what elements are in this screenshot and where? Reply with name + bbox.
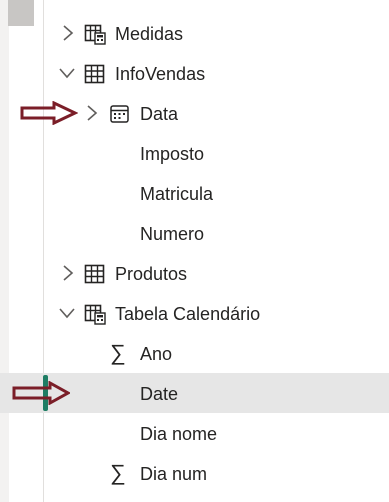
tree-item-tabela-calendario[interactable]: Tabela Calendário [0,293,389,333]
table-icon [84,263,106,285]
tree-item-date[interactable]: Date [0,373,389,413]
tree-item-label: Data [140,104,179,124]
tree-item-dia-num[interactable]: ∑ Dia num [0,453,389,493]
measure-table-icon [84,23,106,45]
tree-item-label: Tabela Calendário [115,304,261,324]
tree-item-label: Date [140,384,179,404]
tree-item-label: Numero [140,224,205,244]
tree-item-data[interactable]: Data [0,93,389,133]
tree-item-label: Matricula [140,184,214,204]
chevron-down-icon[interactable] [59,64,75,82]
sigma-icon: ∑ [110,460,126,485]
annotation-arrow-icon [12,381,70,405]
tree-item-dia-nome[interactable]: Dia nome [0,413,389,453]
chevron-down-icon[interactable] [59,304,75,322]
annotation-arrow-icon [20,101,78,125]
fields-tree: Medidas InfoVendas Data Imposto Matricul… [0,13,389,493]
tree-item-label: Imposto [140,144,205,164]
tree-item-ano[interactable]: ∑ Ano [0,333,389,373]
tree-item-produtos[interactable]: Produtos [0,253,389,293]
tree-item-medidas[interactable]: Medidas [0,13,389,53]
chevron-right-icon[interactable] [60,264,76,282]
tree-item-numero[interactable]: Numero [0,213,389,253]
tree-item-label: Dia num [140,464,208,484]
calendar-hierarchy-icon [109,103,131,125]
table-icon [84,63,106,85]
measure-table-icon [84,303,106,325]
tree-item-infovendas[interactable]: InfoVendas [0,53,389,93]
tree-item-label: Medidas [115,24,184,44]
tree-item-matricula[interactable]: Matricula [0,173,389,213]
tree-item-label: Dia nome [140,424,218,444]
sigma-icon: ∑ [110,340,126,365]
tree-item-label: Ano [140,344,173,364]
chevron-right-icon[interactable] [84,104,100,122]
tree-item-imposto[interactable]: Imposto [0,133,389,173]
tree-item-label: InfoVendas [115,64,206,84]
chevron-right-icon[interactable] [60,24,76,42]
tree-item-label: Produtos [115,264,188,284]
